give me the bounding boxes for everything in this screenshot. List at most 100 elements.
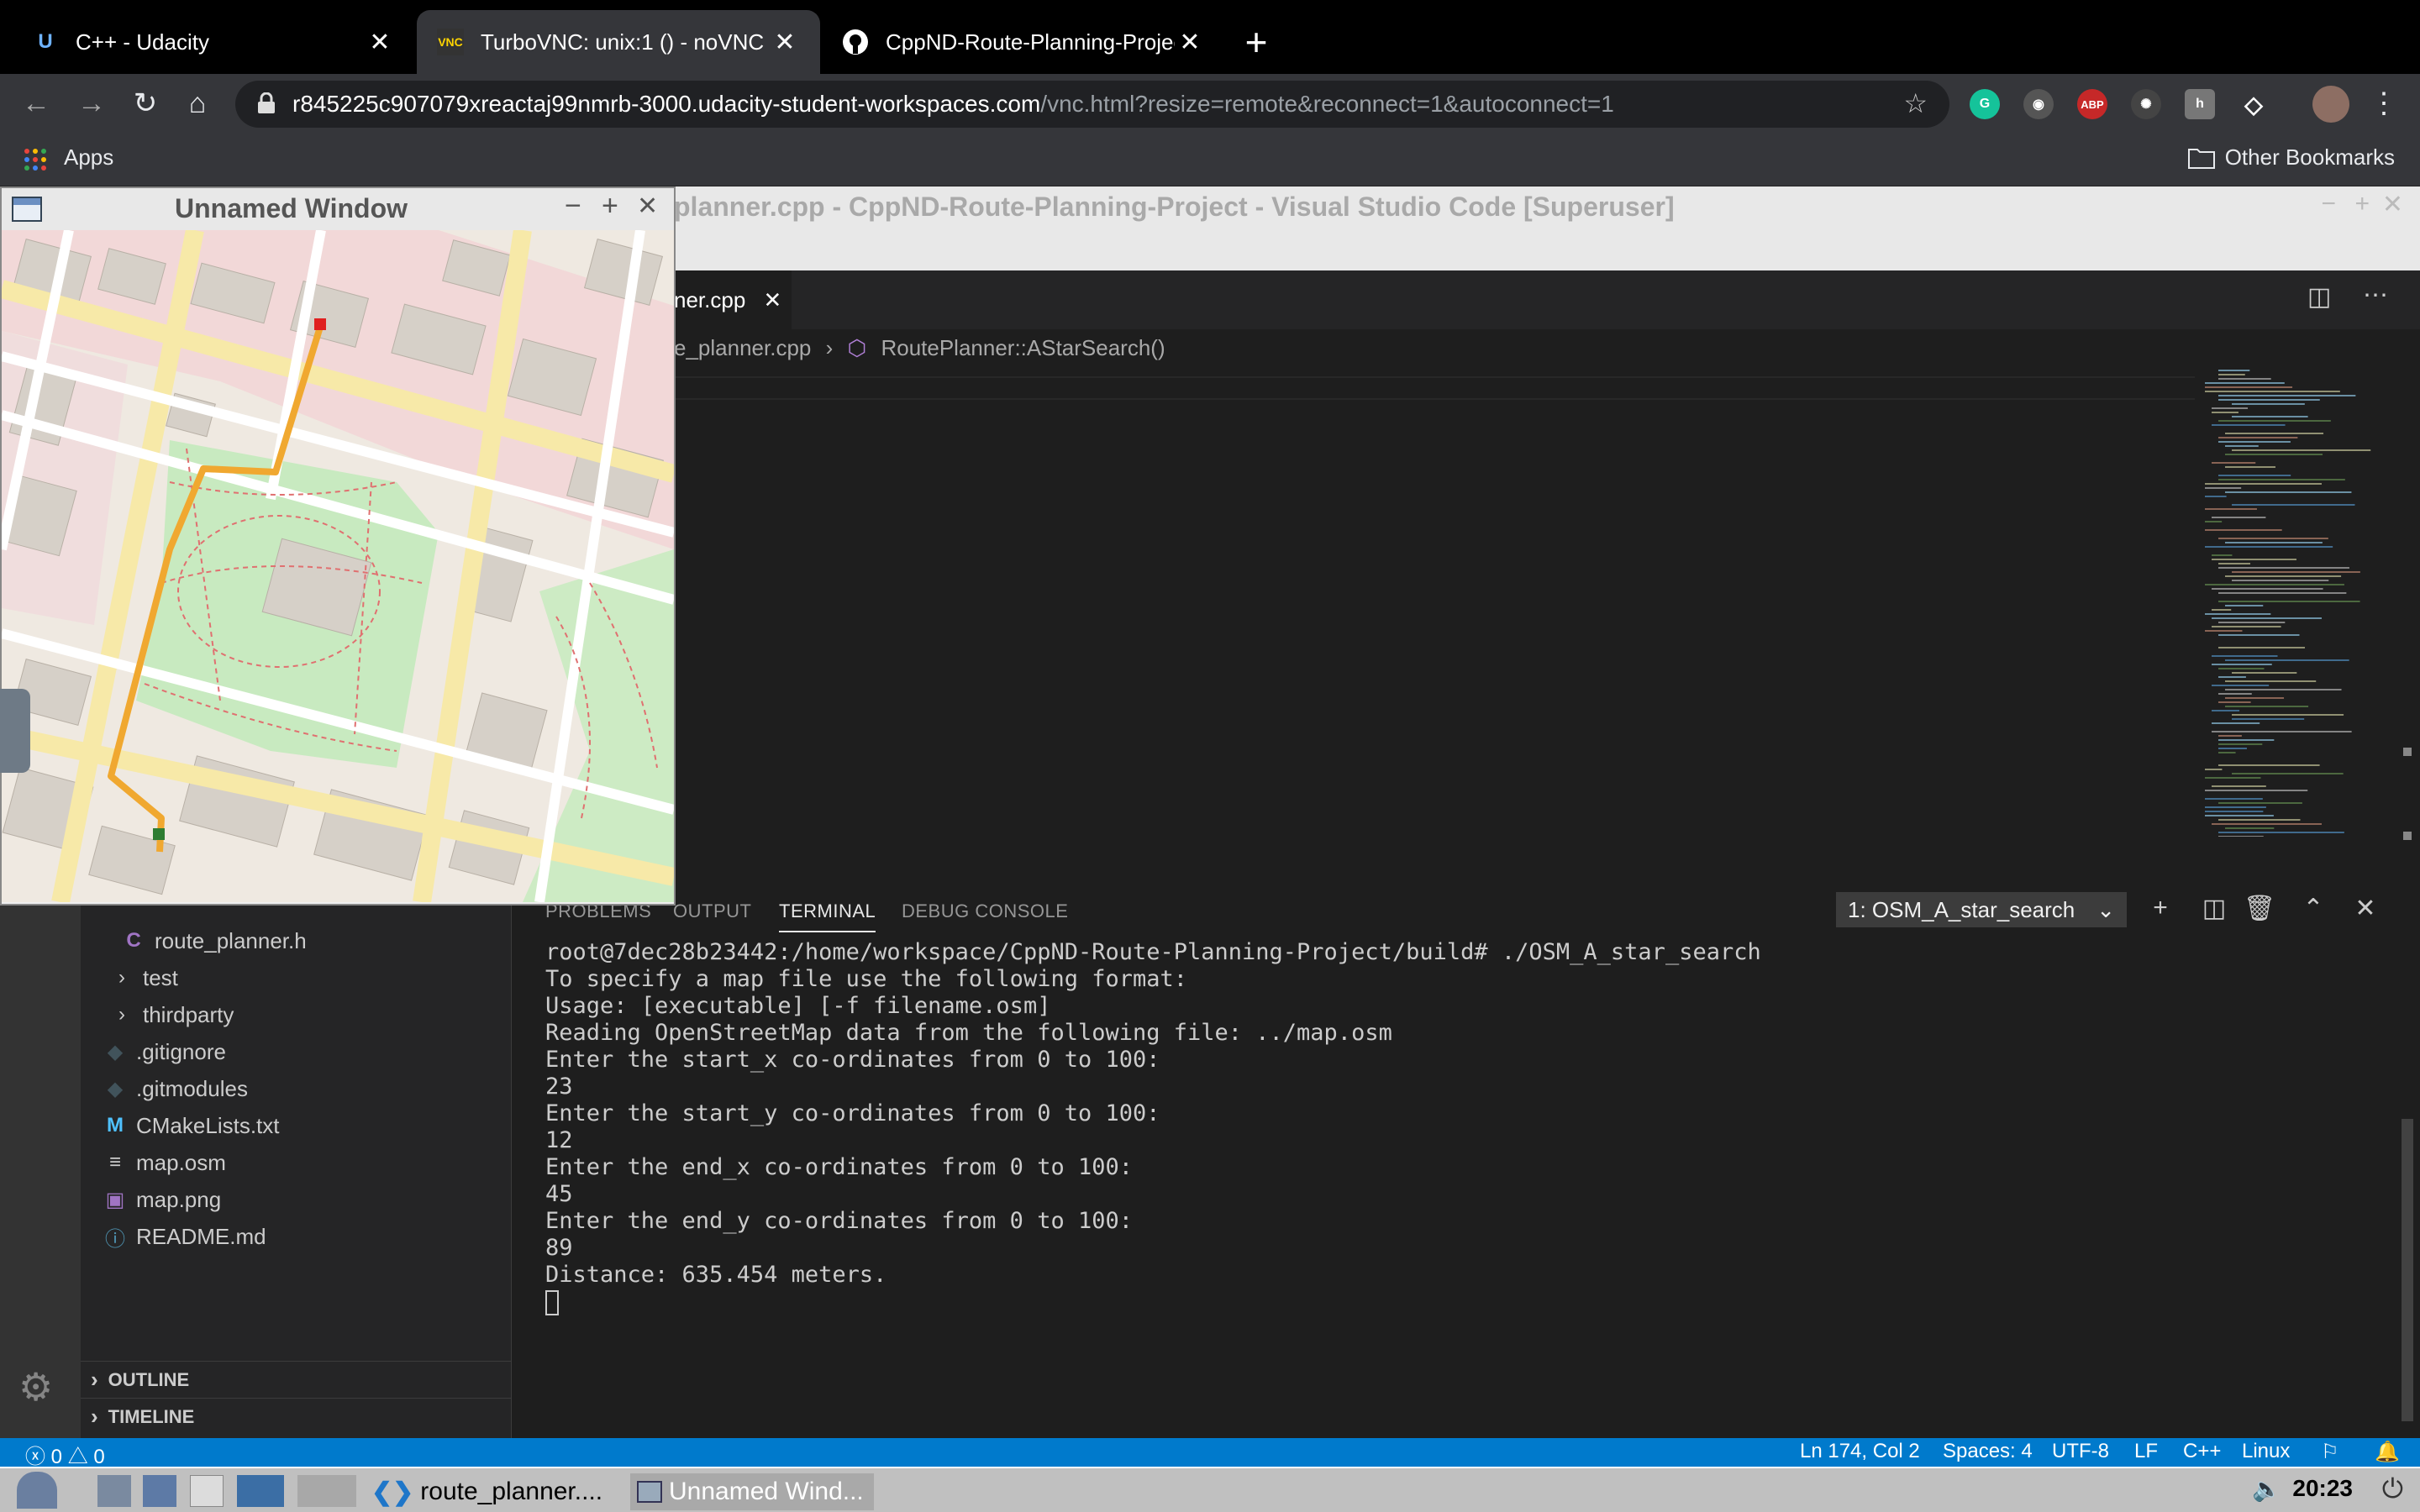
tab-output[interactable]: OUTPUT <box>673 900 751 922</box>
trash-icon[interactable]: 🗑 <box>2243 894 2276 923</box>
tree-item-test[interactable]: › test <box>81 959 511 996</box>
notifications-bell-icon[interactable]: 🔔 <box>2375 1440 2400 1464</box>
editor-launcher-icon[interactable] <box>190 1475 224 1507</box>
line-ending[interactable]: LF <box>2134 1440 2158 1463</box>
tree-item-gitignore[interactable]: ◆ .gitignore <box>81 1033 511 1070</box>
maximize-panel-icon[interactable]: ⌃ <box>2296 894 2330 923</box>
home-icon[interactable]: ⌂ <box>178 84 217 123</box>
tab-close-icon[interactable]: ✕ <box>770 28 800 57</box>
bookmarks-bar: Apps Other Bookmarks <box>0 133 2420 186</box>
minimap-line <box>2218 567 2349 569</box>
clock: 20:23 <box>2292 1475 2353 1501</box>
tree-item-cmakelists[interactable]: M CMakeLists.txt <box>81 1107 511 1144</box>
vscode-launcher-icon[interactable] <box>237 1475 284 1507</box>
back-icon[interactable]: ← <box>17 84 55 123</box>
terminal-line: Enter the start_x co-ordinates from 0 to… <box>545 1047 1160 1073</box>
minimap[interactable] <box>2202 366 2395 837</box>
code-editor[interactable] <box>674 371 2420 884</box>
problems-status[interactable]: ⓧ 0 △ 0 <box>25 1440 105 1469</box>
tab-close-icon[interactable]: ✕ <box>1175 28 1205 57</box>
forward-icon[interactable]: → <box>72 84 111 123</box>
platform[interactable]: Linux <box>2242 1440 2290 1463</box>
minimap-line <box>2212 588 2323 590</box>
git-icon: ◆ <box>107 1077 124 1100</box>
tab-close-icon[interactable]: ✕ <box>365 28 395 57</box>
taskbar-app-vscode[interactable]: ❮❯ route_planner.... <box>371 1473 615 1510</box>
split-editor-icon[interactable]: ◫ <box>2307 282 2331 312</box>
reload-icon[interactable]: ↻ <box>126 84 165 123</box>
extension-bulb-icon[interactable]: ◉ <box>2023 89 2054 119</box>
error-icon: ⓧ <box>25 1446 45 1468</box>
terminal-select[interactable]: 1: OSM_A_star_search ⌄ <box>1836 892 2127 927</box>
taskbar-app-unnamed-window[interactable]: Unnamed Wind... <box>630 1473 874 1510</box>
terminal-line: Enter the end_y co-ordinates from 0 to 1… <box>545 1208 1133 1234</box>
breadcrumb-symbol[interactable]: RoutePlanner::AStarSearch() <box>881 335 1165 360</box>
power-icon[interactable]: ⏻ <box>2382 1473 2403 1505</box>
minimap-line <box>2225 689 2342 690</box>
editor-tab-close-icon[interactable]: ✕ <box>764 287 782 312</box>
tree-item-map-osm[interactable]: ≡ map.osm <box>81 1144 511 1181</box>
new-terminal-icon[interactable]: + <box>2144 894 2177 922</box>
close-window-icon[interactable]: ✕ <box>2382 190 2403 219</box>
vnc-control-bar-handle[interactable] <box>0 689 30 773</box>
tab-debug-console[interactable]: DEBUG CONSOLE <box>902 900 1068 922</box>
volume-icon[interactable]: 🔈 <box>2252 1475 2281 1503</box>
start-menu-icon[interactable] <box>17 1472 57 1509</box>
minimap-line <box>2205 630 2243 632</box>
encoding[interactable]: UTF-8 <box>2052 1440 2109 1463</box>
apps-bookmark[interactable]: Apps <box>64 144 113 171</box>
address-bar[interactable]: r845225c907079xreactaj99nmrb-3000.udacit… <box>235 81 1949 128</box>
tree-item-label: test <box>143 964 178 990</box>
route-map-canvas[interactable] <box>2 230 674 902</box>
other-bookmarks[interactable]: Other Bookmarks <box>2187 144 2395 171</box>
more-actions-icon[interactable]: ⋯ <box>2363 281 2388 310</box>
close-panel-icon[interactable]: ✕ <box>2349 894 2382 923</box>
close-icon[interactable]: ✕ <box>637 192 658 221</box>
bookmark-star-icon[interactable]: ☆ <box>1903 87 1928 119</box>
browser-tab-vnc[interactable]: VNC TurboVNC: unix:1 () - noVNC ✕ <box>417 10 820 74</box>
minimap-line <box>2205 806 2266 808</box>
minimap-line <box>2212 462 2256 464</box>
browser-tab-udacity[interactable]: U C++ - Udacity ✕ <box>12 10 415 74</box>
extension-diamond-icon[interactable]: ◇ <box>2238 89 2269 119</box>
new-tab-button[interactable]: + <box>1235 17 1277 67</box>
browser-tab-github[interactable]: CppND-Route-Planning-Projec ✕ <box>822 10 1225 74</box>
editor-tab-route-planner[interactable]: ner.cpp ✕ <box>674 270 792 329</box>
timeline-section[interactable]: › TIMELINE <box>81 1398 511 1435</box>
terminal-launcher-icon[interactable] <box>143 1475 176 1507</box>
breadcrumb-file[interactable]: e_planner.cpp <box>674 335 811 360</box>
tree-item-route-planner-h[interactable]: Croute_planner.h <box>81 922 511 959</box>
grammarly-icon[interactable]: G <box>1970 89 2000 119</box>
indentation[interactable]: Spaces: 4 <box>1943 1440 2033 1463</box>
desktop-pager[interactable] <box>297 1475 356 1507</box>
apps-grid-icon[interactable] <box>24 148 47 171</box>
terminal-line: Usage: [executable] [-f filename.osm] <box>545 993 1051 1019</box>
terminal-line: To specify a map file use the following … <box>545 966 1188 992</box>
minimize-icon[interactable]: − <box>2321 190 2336 218</box>
terminal-output[interactable]: root@7dec28b23442:/home/workspace/CppND-… <box>545 939 1761 1315</box>
folder-icon <box>2187 148 2215 169</box>
chrome-menu-icon[interactable]: ⋮ <box>2365 84 2403 123</box>
minimap-line <box>2205 483 2322 485</box>
cursor-position[interactable]: Ln 174, Col 2 <box>1800 1440 1920 1463</box>
adblock-icon[interactable]: ABP <box>2077 89 2107 119</box>
extension-gear-icon[interactable]: ✺ <box>2131 89 2161 119</box>
tab-terminal[interactable]: TERMINAL <box>779 900 876 932</box>
terminal-scrollbar[interactable] <box>2402 1119 2413 1421</box>
manage-gear-icon[interactable]: ⚙ <box>18 1364 53 1410</box>
extension-h-icon[interactable]: h <box>2185 89 2215 119</box>
profile-avatar[interactable] <box>2312 86 2349 123</box>
tree-item-thirdparty[interactable]: › thirdparty <box>81 996 511 1033</box>
tree-item-gitmodules[interactable]: ◆ .gitmodules <box>81 1070 511 1107</box>
minimize-icon[interactable]: − <box>565 190 581 223</box>
language-mode[interactable]: C++ <box>2183 1440 2221 1463</box>
maximize-icon[interactable]: + <box>602 190 618 223</box>
maximize-icon[interactable]: + <box>2354 190 2370 218</box>
outline-section[interactable]: › OUTLINE <box>81 1361 511 1398</box>
split-terminal-icon[interactable]: ◫ <box>2197 894 2231 923</box>
feedback-icon[interactable]: ⚐ <box>2321 1440 2339 1464</box>
tree-item-map-png[interactable]: ▣ map.png <box>81 1181 511 1218</box>
file-manager-icon[interactable] <box>97 1475 131 1507</box>
tree-item-readme[interactable]: ⓘ README.md <box>81 1218 511 1255</box>
terminal-line: Distance: 635.454 meters. <box>545 1262 887 1288</box>
